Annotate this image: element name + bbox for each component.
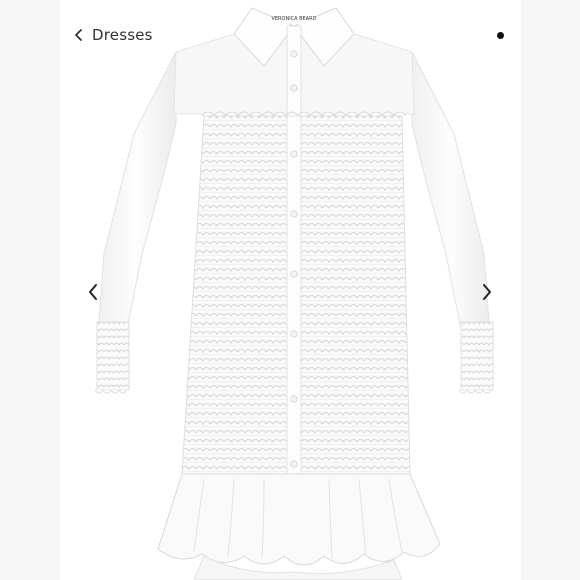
brand-label: VERONICA BEARD [271,16,316,22]
chevron-left-icon [87,283,99,305]
previous-image-button[interactable] [80,280,106,308]
product-image: VERONICA BEARD [94,7,494,580]
chevron-left-icon [74,28,84,42]
next-image-button[interactable] [474,280,500,308]
chevron-right-icon [481,283,493,305]
product-gallery-screen: Dresses VERONICA BEARD [60,0,521,580]
